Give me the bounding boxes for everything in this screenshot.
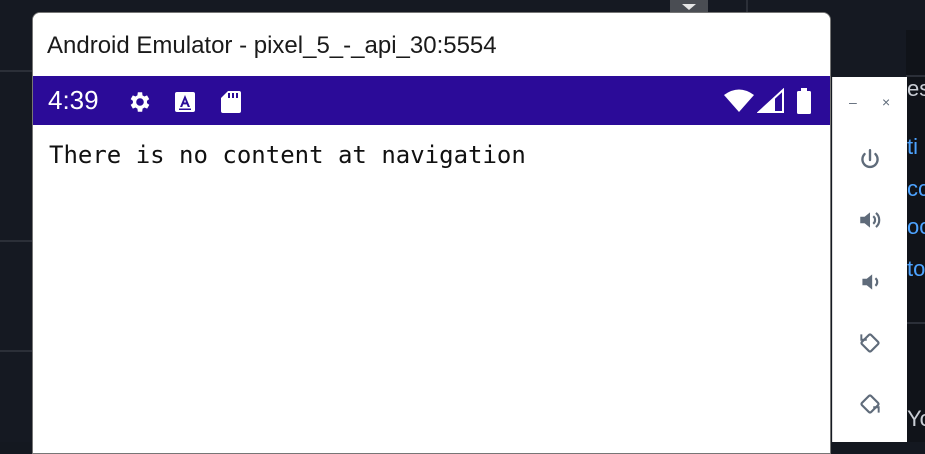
bg-divider xyxy=(906,322,925,324)
window-title: Android Emulator - pixel_5_-_api_30:5554 xyxy=(47,32,497,59)
gear-icon xyxy=(127,89,153,119)
bg-peek-link: to xyxy=(907,256,925,281)
bg-scroll-marker xyxy=(670,0,708,12)
volume-down-icon[interactable] xyxy=(857,269,883,295)
empty-navigation-message: There is no content at navigation xyxy=(49,141,526,169)
bg-divider xyxy=(746,0,748,12)
text-a-icon xyxy=(173,89,197,119)
window-title-bar[interactable]: Android Emulator - pixel_5_-_api_30:5554 xyxy=(33,13,830,76)
volume-up-icon[interactable] xyxy=(857,207,883,233)
bg-peek-text: Yo xyxy=(907,406,925,431)
rotate-left-icon[interactable] xyxy=(857,330,883,356)
power-icon[interactable] xyxy=(857,147,883,173)
bg-peek-text: es xyxy=(907,76,925,101)
rotate-right-icon[interactable] xyxy=(857,391,883,417)
emulator-window: Android Emulator - pixel_5_-_api_30:5554… xyxy=(32,12,831,454)
wifi-icon xyxy=(723,88,755,118)
bg-peek-link: cc xyxy=(907,176,925,201)
bg-peek-link: oc xyxy=(907,214,925,239)
battery-icon xyxy=(795,87,813,119)
close-button[interactable]: × xyxy=(882,95,890,109)
emulator-toolbar: – × xyxy=(832,77,907,442)
bg-divider xyxy=(0,240,32,242)
minimize-button[interactable]: – xyxy=(849,95,857,109)
bg-peek-link: ti xyxy=(907,134,918,159)
signal-icon xyxy=(756,87,785,118)
sd-card-icon xyxy=(219,89,243,119)
bg-divider xyxy=(0,70,32,72)
status-time: 4:39 xyxy=(48,85,99,115)
android-status-bar: 4:39 xyxy=(33,76,830,125)
app-content: There is no content at navigation xyxy=(33,125,830,453)
bg-divider xyxy=(0,350,32,352)
